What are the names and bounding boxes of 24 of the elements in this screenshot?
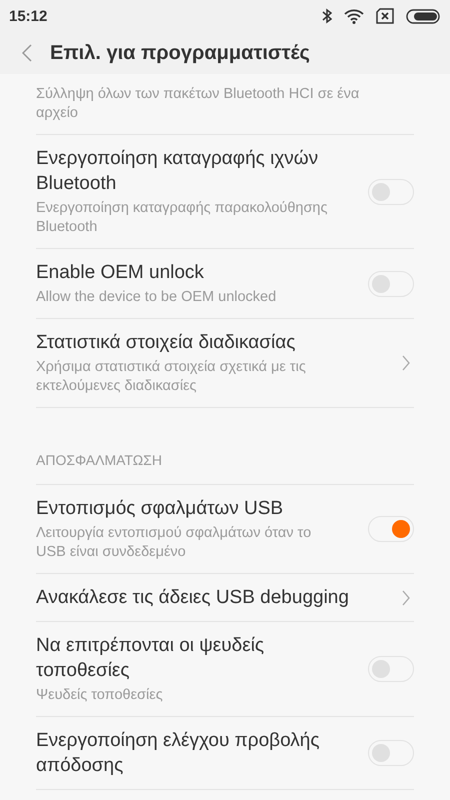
screen-title: Επιλ. για προγραμματιστές bbox=[50, 42, 310, 64]
setting-description: Allow the device to be OEM unlocked bbox=[36, 288, 278, 307]
setting-title: Enable OEM unlock bbox=[36, 261, 205, 285]
status-time: 15:12 bbox=[9, 8, 48, 24]
setting-description: Ψευδείς τοποθεσίες bbox=[36, 686, 164, 705]
back-icon[interactable] bbox=[22, 44, 32, 62]
toggle-switch[interactable] bbox=[368, 516, 414, 542]
sim-card-icon bbox=[376, 8, 394, 24]
setting-description: Ενεργοποίηση καταγραφής παρακολούθησης Bluetooth bbox=[36, 199, 328, 237]
chevron-right-icon bbox=[402, 590, 410, 606]
setting-title: Ενεργοποίηση καταγραφής ιχνών Bluetooth bbox=[36, 147, 320, 196]
setting-title: Ανακάλεσε τις άδειες USB debugging bbox=[36, 586, 350, 610]
setting-description: Χρήσιμα στατιστικά στοιχεία σχετικά με τις εκτελούμενες διαδικασίες bbox=[36, 358, 307, 396]
setting-title: Να επιτρέπονται οι ψευδείς τοποθεσίες bbox=[36, 634, 266, 683]
chevron-right-icon bbox=[402, 355, 410, 371]
setting-title: Ενεργοποίηση ελέγχου προβολής απόδοσης bbox=[36, 729, 320, 778]
setting-description: Λειτουργία εντοπισμού σφαλμάτων όταν το USB είναι συνδεδεμένο bbox=[36, 524, 312, 562]
battery-icon bbox=[406, 8, 440, 24]
setting-description: Σύλληψη όλων των πακέτων Bluetooth HCI σε ένα αρχείο bbox=[36, 85, 360, 123]
bluetooth-icon bbox=[322, 8, 332, 24]
setting-title: Στατιστικά στοιχεία διαδικασίας bbox=[36, 331, 296, 355]
wifi-icon bbox=[344, 8, 364, 24]
section-header: ΑΠΟΣΦΑΛΜΑΤΩΣΗ bbox=[36, 408, 414, 485]
setting-title: Εντοπισμός σφαλμάτων USB bbox=[36, 497, 284, 521]
